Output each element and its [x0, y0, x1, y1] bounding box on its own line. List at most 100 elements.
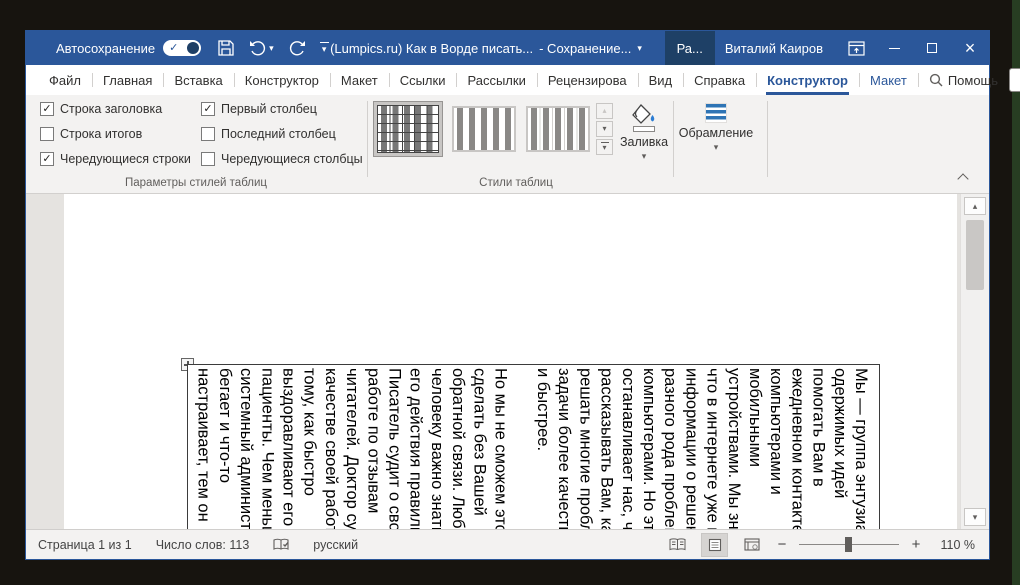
zoom-out-button[interactable]: − [775, 536, 789, 553]
autosave-label: Автосохранение [56, 41, 155, 56]
undo-button[interactable]: ▾ [249, 40, 274, 56]
table-style-preview [377, 105, 439, 153]
scroll-down-button[interactable]: ▾ [964, 508, 986, 526]
title-bar: Автосохранение ✓ ▾ ▾ (Lumpics.ru) К [26, 31, 989, 65]
read-mode-button[interactable] [664, 533, 691, 557]
scrollbar-thumb[interactable] [966, 220, 984, 290]
zoom-slider-track[interactable] [799, 544, 899, 545]
shading-color-swatch [633, 126, 655, 132]
share-button[interactable] [1009, 68, 1020, 92]
undo-icon [249, 40, 269, 56]
word-count[interactable]: Число слов: 113 [144, 538, 262, 552]
checkbox-box: ✓ [40, 102, 54, 116]
checkbox-banded-rows[interactable]: ✓ Чередующиеся строки [40, 152, 191, 166]
tab-help[interactable]: Справка [683, 65, 756, 95]
proofing-status[interactable] [261, 538, 301, 552]
zoom-level[interactable]: 110 % [933, 538, 975, 552]
checkbox-first-column[interactable]: ✓ Первый столбец [201, 102, 317, 116]
table-style-preview [527, 107, 589, 151]
tab-table-design-active[interactable]: Конструктор [756, 65, 859, 95]
search-icon [929, 73, 943, 87]
autosave-toggle-knob [187, 42, 199, 54]
borders-caret-icon: ▾ [714, 143, 719, 152]
title-bar-right: Ра... Виталий Каиров × [665, 31, 989, 65]
tab-strip-right-buttons [1009, 65, 1020, 95]
document-title: (Lumpics.ru) Как в Ворде писать... [330, 41, 533, 56]
page-indicator[interactable]: Страница 1 из 1 [26, 538, 144, 552]
checkbox-last-column[interactable]: Последний столбец [201, 127, 336, 141]
print-layout-icon [708, 538, 722, 552]
checkbox-label: Строка заголовка [60, 102, 162, 116]
zoom-in-button[interactable]: + [909, 536, 923, 553]
checkbox-box [40, 127, 54, 141]
minimize-icon [889, 48, 900, 49]
web-layout-button[interactable] [738, 533, 765, 557]
ribbon-display-options-button[interactable] [837, 31, 875, 65]
status-bar-right: − + 110 % [664, 533, 989, 557]
shading-caret-icon: ▾ [642, 152, 647, 161]
ribbon-design-tab-panel: ✓ Строка заголовка Строка итогов ✓ Черед… [26, 95, 989, 194]
caret-down-icon: ▾ [602, 144, 606, 152]
ribbon-tab-strip: Файл Главная Вставка Конструктор Макет С… [26, 65, 989, 95]
tab-review[interactable]: Рецензирова [537, 65, 638, 95]
tab-references[interactable]: Ссылки [389, 65, 457, 95]
table-style-thumb-selected[interactable] [373, 101, 443, 157]
checkbox-box [201, 152, 215, 166]
tab-search-help[interactable]: Помощь [918, 65, 1009, 95]
account-name[interactable]: Виталий Каиров [715, 41, 837, 56]
table-style-thumb-3[interactable] [526, 106, 590, 152]
tab-file[interactable]: Файл [38, 65, 92, 95]
shading-label: Заливка [620, 135, 668, 149]
tab-view[interactable]: Вид [638, 65, 684, 95]
tab-mailings[interactable]: Рассылки [456, 65, 536, 95]
autosave-toggle[interactable]: ✓ [163, 40, 201, 56]
zoom-slider-handle[interactable] [845, 537, 852, 552]
save-icon [217, 39, 235, 57]
document-area: Мы — группа энтузиастов, одержимых идей … [26, 194, 989, 529]
tab-insert[interactable]: Вставка [163, 65, 233, 95]
borders-button[interactable]: Обрамление ▾ [678, 99, 754, 187]
borders-label: Обрамление [679, 126, 753, 140]
language-indicator[interactable]: русский [301, 538, 370, 552]
tab-table-layout[interactable]: Макет [859, 65, 918, 95]
tab-design[interactable]: Конструктор [234, 65, 330, 95]
saving-status: - Сохранение... [539, 41, 631, 56]
checkbox-total-row[interactable]: Строка итогов [40, 127, 142, 141]
close-button[interactable]: × [951, 31, 989, 65]
table-style-thumb-2[interactable] [452, 106, 516, 152]
user-presence-badge[interactable]: Ра... [665, 31, 715, 65]
collapse-ribbon-button[interactable] [957, 173, 968, 184]
group-separator [673, 101, 674, 177]
saving-status-caret-icon[interactable]: ▾ [637, 44, 642, 53]
caret-up-icon: ▴ [602, 107, 606, 115]
scroll-up-button[interactable]: ▴ [964, 197, 986, 215]
vertical-scrollbar[interactable]: ▴ ▾ [960, 194, 989, 529]
ribbon-display-options-icon [848, 41, 865, 56]
maximize-icon [927, 43, 937, 53]
web-layout-icon [744, 538, 760, 551]
word-window: Автосохранение ✓ ▾ ▾ (Lumpics.ru) К [25, 30, 990, 560]
borders-icon [705, 103, 727, 123]
paint-bucket-icon [631, 103, 657, 127]
gallery-more-button[interactable]: ▾ [596, 139, 613, 155]
shading-button[interactable]: Заливка ▾ [618, 99, 670, 187]
gallery-scroll-down-button[interactable]: ▾ [596, 121, 613, 137]
tab-layout[interactable]: Макет [330, 65, 389, 95]
table-style-preview [453, 107, 515, 151]
maximize-button[interactable] [913, 31, 951, 65]
checkbox-banded-columns[interactable]: Чередующиеся столбцы [201, 152, 363, 166]
group-label-table-styles: Стили таблиц [406, 177, 626, 189]
gallery-scroll-up-button[interactable]: ▴ [596, 103, 613, 119]
checkbox-label: Строка итогов [60, 127, 142, 141]
print-layout-button[interactable] [701, 533, 728, 557]
group-separator [367, 101, 368, 177]
save-button[interactable] [217, 39, 235, 57]
close-icon: × [965, 39, 976, 57]
table-cell-vertical-text[interactable]: Мы — группа энтузиастов, одержимых идей … [187, 364, 880, 529]
minimize-button[interactable] [875, 31, 913, 65]
checkbox-box: ✓ [40, 152, 54, 166]
checkbox-box [201, 127, 215, 141]
window-title: (Lumpics.ru) Как в Ворде писать... - Сох… [276, 31, 696, 65]
checkbox-header-row[interactable]: ✓ Строка заголовка [40, 102, 162, 116]
tab-home[interactable]: Главная [92, 65, 163, 95]
